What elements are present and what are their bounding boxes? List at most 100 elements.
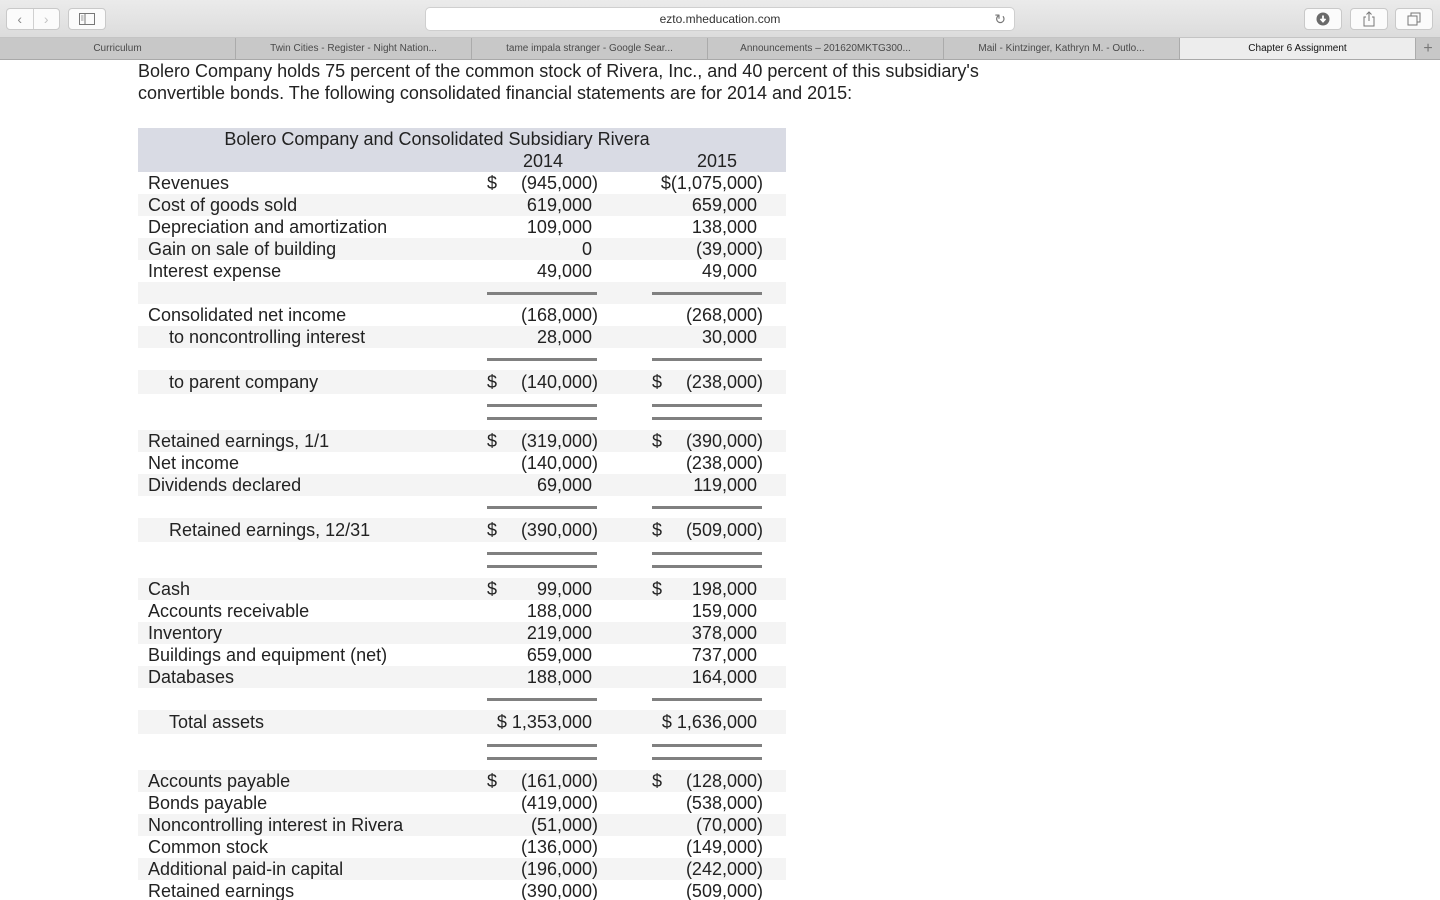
value-2014: (196,000) [520,859,598,879]
share-icon [1363,11,1375,27]
value-2014-cell: 659,000 [487,644,598,666]
row-label: to parent company [169,372,319,392]
value-2015: (238,000) [685,453,763,473]
value-2015: (268,000) [685,305,763,325]
tab-curriculum[interactable]: Curriculum [0,38,236,59]
value-2014: 659,000 [526,645,592,665]
value-2015: 119,000 [693,475,757,495]
underline-rule [487,757,597,760]
statement-title: Bolero Company and Consolidated Subsidia… [224,129,650,149]
value-2015-cell: (70,000) [652,814,763,836]
value-2014-cell: (196,000) [487,858,598,880]
value-2015: (509,000) [685,881,763,900]
value-2014-cell: $ (945,000) [487,172,598,194]
value-2015-cell: (538,000) [652,792,763,814]
year-2014-header: 2014 [522,151,564,171]
value-2015-cell: (509,000) [652,880,763,900]
statement-header: Bolero Company and Consolidated Subsidia… [138,128,786,172]
statement-row: Net income (140,000) (238,000) [138,452,786,474]
value-2015-cell: $ (128,000) [652,770,763,792]
value-2014-cell: (419,000) [487,792,598,814]
statement-row: to parent company $ (140,000) $ (238,000) [138,370,786,394]
value-2014: (51,000) [530,815,598,835]
url-text: ezto.mheducation.com [659,12,781,26]
value-2015-cell: $198,000 [652,578,763,600]
statement-row: Retained earnings, 1/1 $ (319,000) $ (390,00… [138,430,786,452]
tab-google-search[interactable]: tame impala stranger - Google Sear... [472,38,708,59]
row-label: Databases [148,667,235,687]
value-2014-cell: 28,000 [487,326,598,348]
value-2015: (238,000) [685,372,763,392]
row-label: Depreciation and amortization [148,217,388,237]
underline-rule [487,404,597,407]
value-2014-cell: (390,000) [487,880,598,900]
value-2014-cell: $99,000 [487,578,598,600]
tab-announcements[interactable]: Announcements – 201620MKTG300... [708,38,944,59]
statement-body: Revenues $ (945,000) $(1,075,000) Cost of go… [138,172,786,900]
underline-rule [652,358,762,361]
value-2014-cell: 188,000 [487,666,598,688]
value-2015: (70,000) [695,815,763,835]
problem-intro: Bolero Company holds 75 percent of the c… [138,61,979,103]
value-2015-cell: 659,000 [652,194,763,216]
row-label: Retained earnings, 1/1 [148,431,330,451]
statement-row: Common stock (136,000) (149,000) [138,836,786,858]
underline-rule [487,744,597,747]
value-2014: (945,000) [520,173,598,193]
value-2015-cell: 138,000 [652,216,763,238]
value-2014: (168,000) [520,305,598,325]
row-label: Inventory [148,623,223,643]
value-2015-cell: $ (238,000) [652,370,763,394]
sidebar-toggle-button[interactable] [68,8,106,30]
statement-row: Gain on sale of building 0 (39,000) [138,238,786,260]
sidebar-icon [79,13,95,25]
navigation-buttons: ‹ › [6,8,60,30]
reload-icon[interactable]: ↻ [994,11,1006,28]
tab-twin-cities[interactable]: Twin Cities - Register - Night Nation... [236,38,472,59]
value-2015-cell: (268,000) [652,304,763,326]
value-2015: (390,000) [685,431,763,451]
statement-row: Noncontrolling interest in Rivera (51,000… [138,814,786,836]
address-bar[interactable]: ezto.mheducation.com ↻ [425,7,1015,31]
statement-row: Inventory 219,000 378,000 [138,622,786,644]
value-2014: 619,000 [526,195,592,215]
tab-label: Chapter 6 Assignment [1248,43,1347,54]
single-rule-row [138,282,786,304]
value-2015: (39,000) [695,239,763,259]
statement-row: Buildings and equipment (net) 659,000 737,… [138,644,786,666]
value-2014: (136,000) [520,837,598,857]
value-2014: $ 1,353,000 [496,712,592,732]
value-2015: (538,000) [685,793,763,813]
forward-button[interactable]: › [32,9,60,29]
underline-rule [487,358,597,361]
value-2014: (140,000) [520,453,598,473]
currency-symbol: $ [487,579,498,599]
show-tabs-button[interactable] [1395,8,1433,30]
tab-chapter-6-assignment[interactable]: Chapter 6 Assignment [1180,38,1416,59]
underline-rule [487,417,597,420]
value-2015-cell: 159,000 [652,600,763,622]
tab-mail[interactable]: Mail - Kintzinger, Kathryn M. - Outlo... [944,38,1180,59]
single-rule-row [138,348,786,370]
back-button[interactable]: ‹ [7,9,33,29]
value-2014: (390,000) [520,881,598,900]
value-2014-cell: 0 [487,238,598,260]
value-2014: 99,000 [536,579,592,599]
value-2014-cell: (168,000) [487,304,598,326]
row-label: Gain on sale of building [148,239,337,259]
statement-row: Retained earnings (390,000) (509,000) [138,880,786,900]
downloads-button[interactable] [1304,8,1342,30]
share-button[interactable] [1350,8,1388,30]
value-2015: 737,000 [691,645,757,665]
financial-statement-table: Bolero Company and Consolidated Subsidia… [138,128,786,900]
value-2015-cell: 378,000 [652,622,763,644]
value-2014-cell: 219,000 [487,622,598,644]
new-tab-button[interactable]: + [1416,38,1440,59]
value-2015-cell: $ (390,000) [652,430,763,452]
row-label: Additional paid-in capital [148,859,344,879]
value-2014-cell: (51,000) [487,814,598,836]
value-2014-cell: $ 1,353,000 [487,710,598,734]
value-2014: (319,000) [520,431,598,451]
value-2014-cell: $ (319,000) [487,430,598,452]
value-2015: 49,000 [701,261,757,281]
